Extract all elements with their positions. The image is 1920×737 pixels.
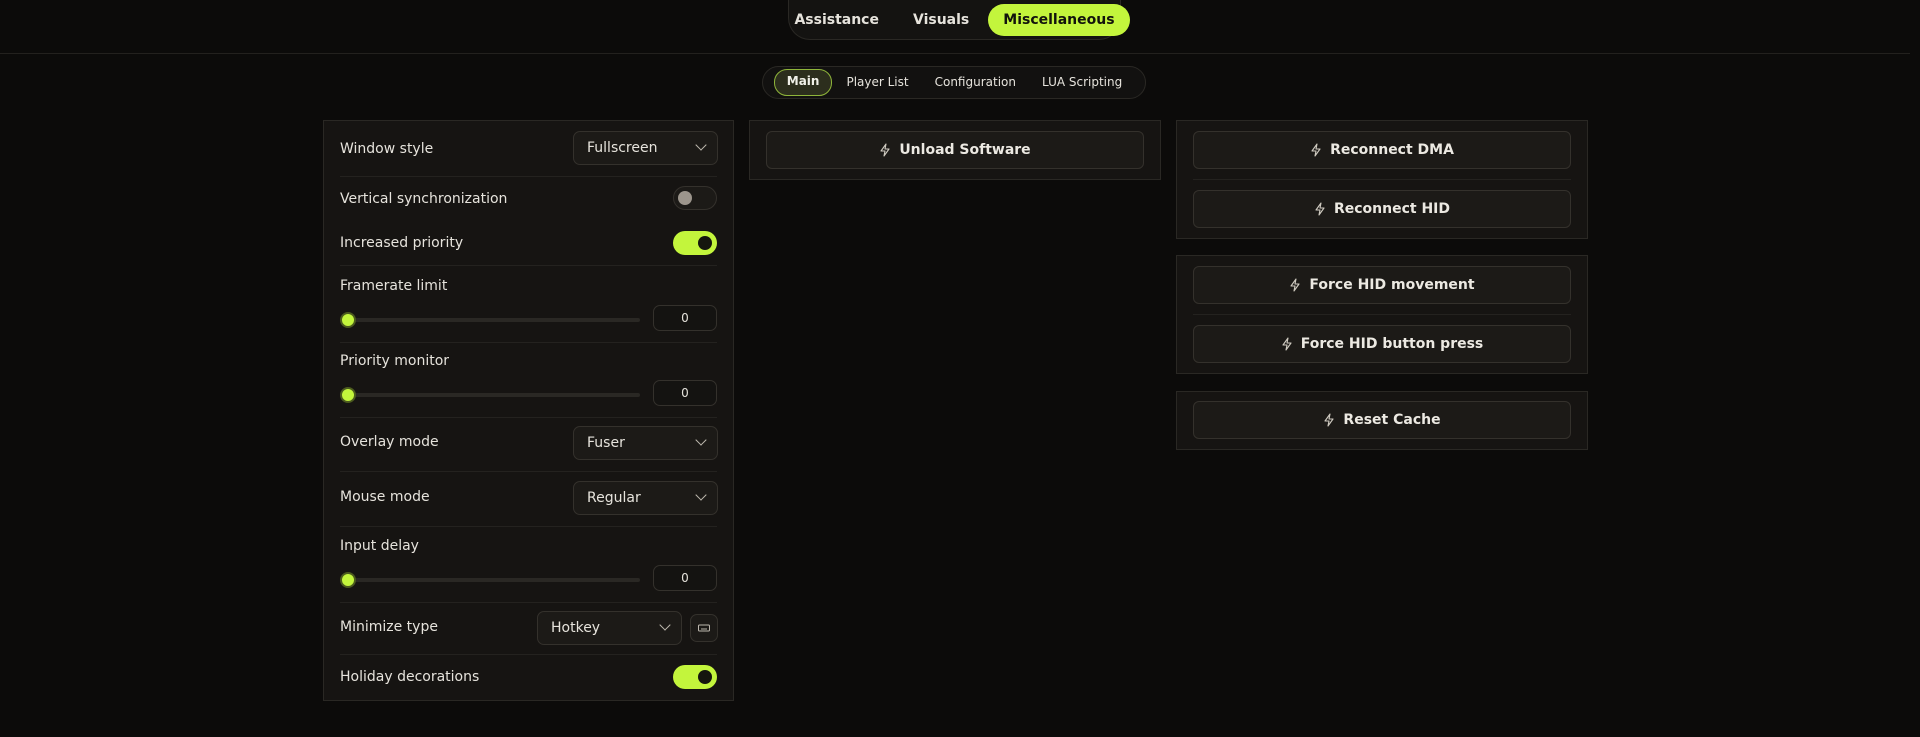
mouse-mode-value: Regular xyxy=(587,490,641,506)
row-divider xyxy=(340,471,717,472)
input-delay-input[interactable]: 0 xyxy=(653,565,717,591)
row-divider xyxy=(340,342,717,343)
lightning-bolt-icon xyxy=(880,143,890,157)
row-divider xyxy=(340,602,717,603)
input-delay-slider-thumb[interactable] xyxy=(340,572,356,588)
force-hid-panel: Force HID movement Force HID button pres… xyxy=(1176,255,1588,374)
reconnect-hid-label: Reconnect HID xyxy=(1333,201,1451,217)
sub-tab-bar: Main Player List Configuration LUA Scrip… xyxy=(762,66,1146,99)
toggle-knob xyxy=(678,191,692,205)
lightning-bolt-icon xyxy=(1311,143,1321,157)
subtab-configuration[interactable]: Configuration xyxy=(923,70,1028,95)
unload-software-button[interactable]: Unload Software xyxy=(766,131,1144,169)
force-hid-button-press-button[interactable]: Force HID button press xyxy=(1193,325,1571,363)
framerate-limit-slider[interactable] xyxy=(348,318,640,322)
row-divider xyxy=(1193,314,1571,315)
increased-priority-label: Increased priority xyxy=(340,235,464,251)
reset-cache-label: Reset Cache xyxy=(1343,412,1441,428)
priority-monitor-slider-thumb[interactable] xyxy=(340,387,356,403)
minimize-type-label: Minimize type xyxy=(340,619,438,635)
chevron-down-icon xyxy=(695,434,707,446)
reconnect-hid-button[interactable]: Reconnect HID xyxy=(1193,190,1571,228)
chevron-down-icon xyxy=(695,139,707,151)
toggle-knob xyxy=(698,236,712,250)
unload-software-label: Unload Software xyxy=(899,142,1031,158)
reset-cache-button[interactable]: Reset Cache xyxy=(1193,401,1571,439)
window-style-label: Window style xyxy=(340,141,434,157)
subtab-player-list[interactable]: Player List xyxy=(834,70,920,95)
row-divider xyxy=(340,526,717,527)
framerate-limit-input[interactable]: 0 xyxy=(653,305,717,331)
mouse-mode-label: Mouse mode xyxy=(340,489,430,505)
lightning-bolt-icon xyxy=(1324,413,1334,427)
chevron-down-icon xyxy=(659,619,671,631)
minimize-type-value: Hotkey xyxy=(551,620,601,636)
overlay-mode-value: Fuser xyxy=(587,435,625,451)
hotkey-button[interactable] xyxy=(690,614,718,642)
tab-miscellaneous[interactable]: Miscellaneous xyxy=(988,3,1130,36)
top-tab-bar: Assistance Visuals Miscellaneous xyxy=(788,0,1130,40)
priority-monitor-label: Priority monitor xyxy=(340,353,450,369)
force-hid-button-press-label: Force HID button press xyxy=(1300,336,1484,352)
header-divider xyxy=(0,53,1910,54)
settings-panel: Window style Fullscreen Vertical synchro… xyxy=(323,120,734,701)
unload-panel: Unload Software xyxy=(749,120,1161,180)
lightning-bolt-icon xyxy=(1282,337,1292,351)
cache-panel: Reset Cache xyxy=(1176,391,1588,450)
overlay-mode-label: Overlay mode xyxy=(340,434,439,450)
reconnect-panel: Reconnect DMA Reconnect HID xyxy=(1176,120,1588,239)
holiday-decorations-label: Holiday decorations xyxy=(340,669,480,685)
input-delay-slider[interactable] xyxy=(348,578,640,582)
reconnect-dma-button[interactable]: Reconnect DMA xyxy=(1193,131,1571,169)
row-divider xyxy=(340,654,717,655)
priority-monitor-input[interactable]: 0 xyxy=(653,380,717,406)
mouse-mode-select[interactable]: Regular xyxy=(573,481,718,515)
minimize-type-select[interactable]: Hotkey xyxy=(537,611,682,645)
tab-assistance[interactable]: Assistance xyxy=(779,4,894,36)
input-delay-label: Input delay xyxy=(340,538,419,554)
lightning-bolt-icon xyxy=(1315,202,1325,216)
vsync-label: Vertical synchronization xyxy=(340,191,508,207)
overlay-mode-select[interactable]: Fuser xyxy=(573,426,718,460)
lightning-bolt-icon xyxy=(1290,278,1300,292)
vsync-toggle[interactable] xyxy=(673,186,717,210)
subtab-lua-scripting[interactable]: LUA Scripting xyxy=(1030,70,1134,95)
reconnect-dma-label: Reconnect DMA xyxy=(1330,142,1454,158)
framerate-limit-label: Framerate limit xyxy=(340,278,448,294)
tab-visuals[interactable]: Visuals xyxy=(898,4,984,36)
toggle-knob xyxy=(698,670,712,684)
holiday-decorations-toggle[interactable] xyxy=(673,665,717,689)
row-divider xyxy=(340,417,717,418)
row-divider xyxy=(340,265,717,266)
force-hid-movement-label: Force HID movement xyxy=(1309,277,1475,293)
subtab-main[interactable]: Main xyxy=(773,69,833,96)
framerate-limit-slider-thumb[interactable] xyxy=(340,312,356,328)
chevron-down-icon xyxy=(695,489,707,501)
row-divider xyxy=(1193,179,1571,180)
window-style-value: Fullscreen xyxy=(587,140,658,156)
window-style-select[interactable]: Fullscreen xyxy=(573,131,718,165)
row-divider xyxy=(340,176,717,177)
keyboard-icon xyxy=(698,624,710,632)
increased-priority-toggle[interactable] xyxy=(673,231,717,255)
priority-monitor-slider[interactable] xyxy=(348,393,640,397)
force-hid-movement-button[interactable]: Force HID movement xyxy=(1193,266,1571,304)
